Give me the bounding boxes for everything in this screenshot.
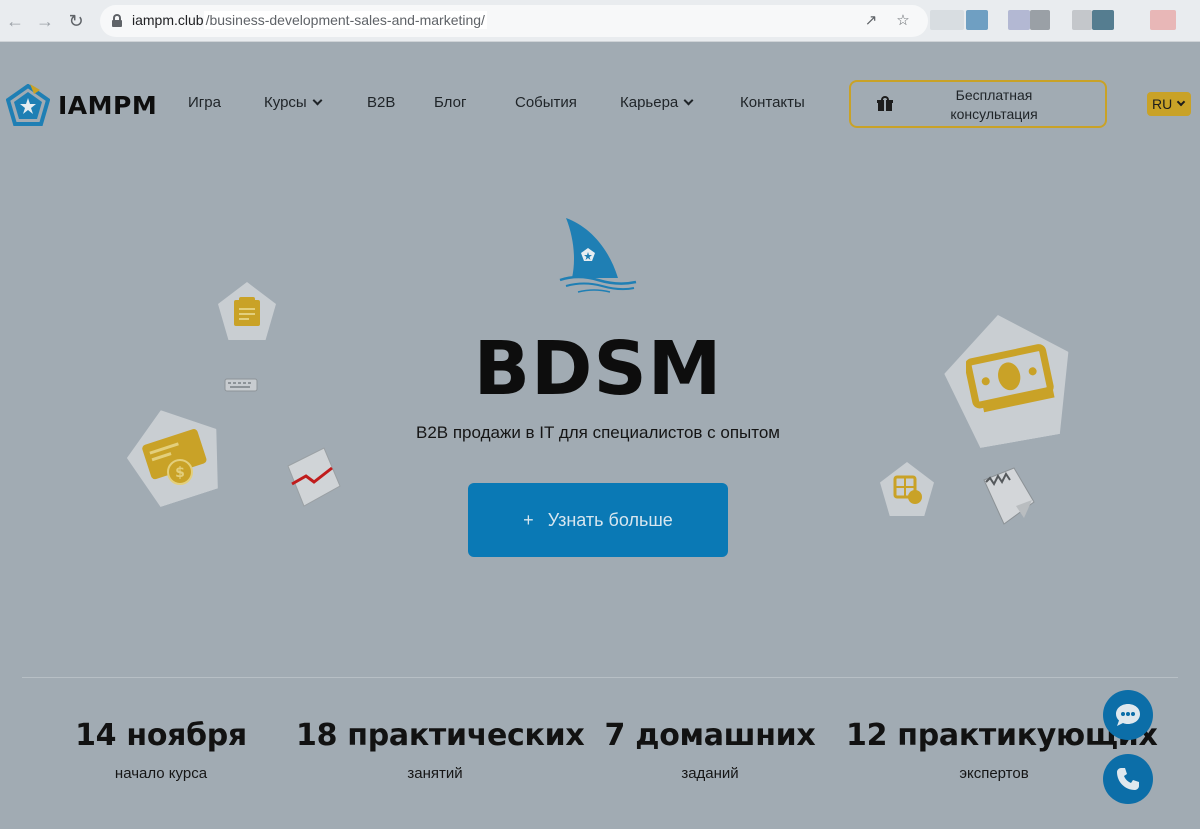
section-divider (22, 677, 1178, 678)
share-icon[interactable]: ↗ (862, 12, 880, 30)
back-icon[interactable]: ← (3, 9, 27, 33)
nav-item-events[interactable]: События (515, 94, 577, 111)
stat-label: экспертов (959, 765, 1029, 782)
lock-icon (112, 14, 122, 27)
extension-icon[interactable] (1092, 10, 1114, 30)
language-label: RU (1152, 96, 1173, 112)
url-text[interactable]: iampm.club/business-development-sales-an… (132, 11, 487, 29)
site-logo[interactable]: IAMPM (6, 84, 158, 126)
nav-item-career[interactable]: Карьера (620, 94, 694, 111)
url-path: /business-development-sales-and-marketin… (203, 11, 487, 29)
nav-label: Игра (188, 94, 221, 111)
browser-toolbar: ← → ↻ iampm.club/business-development-sa… (0, 0, 1200, 42)
nav-item-blog[interactable]: Блог (434, 94, 466, 111)
plus-icon: + (523, 509, 534, 530)
extension-icon[interactable] (966, 10, 988, 30)
logo-pentagon-icon (6, 84, 50, 126)
extension-icon[interactable] (930, 10, 964, 30)
stat-practical-lessons: 18 практических занятий (296, 718, 585, 782)
nav-label: Курсы (264, 94, 307, 111)
consultation-line-2: консультация (950, 106, 1038, 122)
nav-item-game[interactable]: Игра (188, 94, 221, 111)
extension-icon[interactable] (1150, 10, 1176, 30)
shark-fin-icon (559, 218, 637, 293)
consultation-line-1: Бесплатная (955, 87, 1033, 103)
cta-label: Узнать больше (547, 509, 673, 530)
notepad-icon (218, 282, 276, 340)
star-icon[interactable]: ☆ (894, 12, 912, 30)
extension-icon[interactable] (1008, 10, 1030, 30)
phone-button[interactable] (1103, 754, 1153, 804)
nav-label: Контакты (740, 94, 805, 111)
forward-icon[interactable]: → (33, 9, 57, 33)
stat-value: 14 ноября (75, 718, 247, 753)
stat-start-date: 14 ноября начало курса (62, 718, 260, 782)
nav-label: B2B (367, 94, 396, 111)
logo-text: IAMPM (58, 91, 158, 120)
stat-value: 18 практических (296, 718, 585, 753)
nav-item-b2b[interactable]: B2B (367, 94, 395, 111)
credit-card-icon: $ (128, 408, 222, 500)
extension-icon[interactable] (1072, 10, 1092, 30)
stat-label: занятий (407, 765, 463, 782)
chart-paper-icon (284, 446, 342, 508)
chevron-down-icon (312, 95, 323, 106)
chat-button[interactable] (1103, 690, 1153, 740)
consultation-label: Бесплатная консультация (911, 86, 1077, 124)
chevron-down-icon (683, 95, 694, 106)
stat-experts: 12 практикующих экспертов (846, 718, 1158, 782)
extension-icon[interactable] (1030, 10, 1050, 30)
calculator-coin-icon (880, 462, 934, 516)
url-host: iampm.club (132, 12, 204, 28)
nav-label: События (515, 94, 577, 111)
phone-icon (1117, 768, 1139, 790)
learn-more-button[interactable]: + Узнать больше (468, 483, 728, 557)
language-selector[interactable]: RU (1147, 92, 1191, 116)
spiral-notebook-icon (974, 466, 1038, 528)
stat-label: начало курса (114, 765, 208, 782)
nav-label: Карьера (620, 94, 679, 111)
money-bill-icon (946, 314, 1072, 442)
nav-item-contacts[interactable]: Контакты (740, 94, 805, 111)
nav-item-courses[interactable]: Курсы (264, 94, 323, 111)
svg-text:$: $ (175, 465, 185, 481)
chat-bubble-icon (1116, 704, 1140, 726)
chevron-down-icon (1176, 97, 1186, 107)
gift-icon (877, 96, 893, 111)
stat-label: заданий (681, 765, 739, 782)
nav-label: Блог (434, 94, 467, 111)
stat-homework: 7 домашних заданий (604, 718, 816, 782)
free-consultation-button[interactable]: Бесплатная консультация (849, 80, 1107, 128)
stat-value: 12 практикующих (846, 718, 1158, 753)
keyboard-icon (224, 376, 258, 394)
reload-icon[interactable]: ↻ (64, 9, 88, 33)
stat-value: 7 домашних (604, 718, 816, 753)
address-bar[interactable]: iampm.club/business-development-sales-an… (100, 5, 928, 37)
